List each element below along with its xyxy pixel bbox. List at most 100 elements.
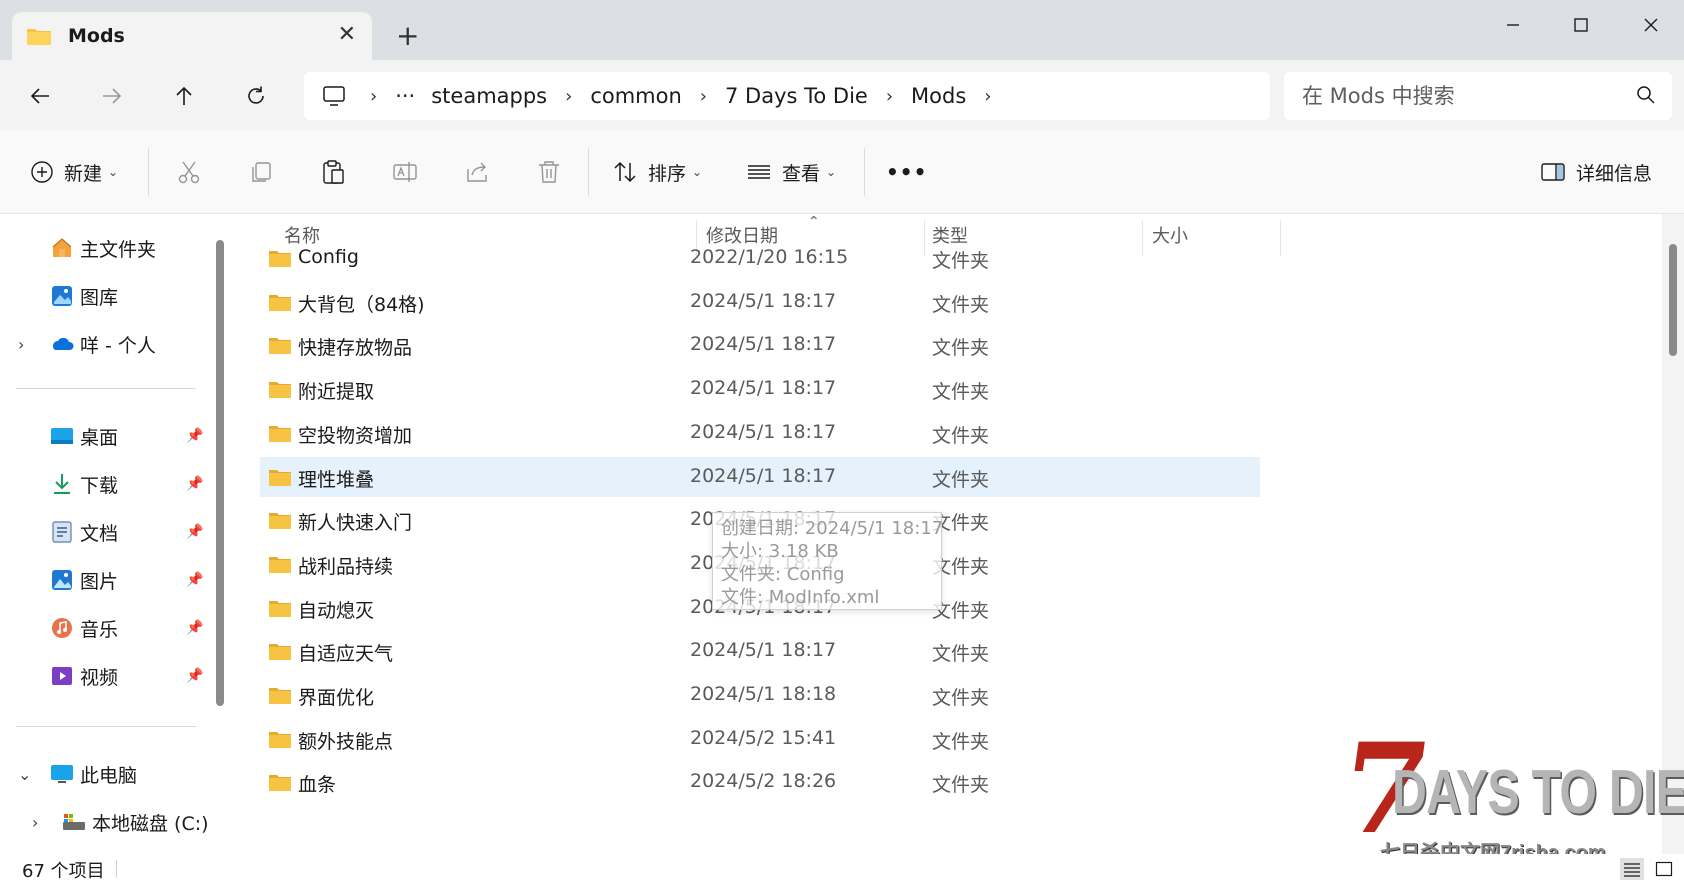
file-row[interactable]: Config 2022/1/20 16:15 文件夹 [260,238,1260,278]
file-type: 文件夹 [932,774,990,797]
breadcrumb-separator[interactable]: › [555,86,582,107]
sidebar-item-gallery[interactable]: 图库 [0,276,222,316]
title-bar: Mods ✕ + [0,0,1684,60]
file-row[interactable]: 自适应天气 2024/5/1 18:17 文件夹 [260,631,1260,671]
sidebar-item-label: 咩 - 个人 [80,334,156,357]
search-icon[interactable] [1636,85,1656,105]
file-name: 新人快速入门 [298,512,413,535]
clipboard-icon [323,160,344,184]
chevron-down-icon: ⌄ [692,165,703,179]
this-pc-icon[interactable] [322,85,360,107]
rename-button[interactable] [392,152,418,192]
file-row[interactable]: 快捷存放物品 2024/5/1 18:17 文件夹 [260,325,1260,365]
minimize-button[interactable] [1490,10,1536,40]
refresh-button[interactable] [236,78,276,114]
breadcrumb-separator[interactable]: › [690,86,717,107]
sidebar-item-desktop[interactable]: 桌面 📌 [0,416,222,456]
file-row[interactable]: 额外技能点 2024/5/2 15:41 文件夹 [260,719,1260,759]
search-box[interactable] [1284,72,1672,120]
folder-icon [27,29,51,45]
file-row[interactable]: 界面优化 2024/5/1 18:18 文件夹 [260,675,1260,715]
new-tab-button[interactable]: + [396,20,419,52]
search-input[interactable] [1302,84,1622,108]
file-row[interactable]: 附近提取 2024/5/1 18:17 文件夹 [260,369,1260,409]
sidebar-item-documents[interactable]: 文档 📌 [0,512,222,552]
sort-label: 排序 [648,162,687,185]
chevron-right-icon[interactable]: › [32,813,38,832]
file-modified: 2024/5/2 15:41 [690,726,837,749]
file-row[interactable]: 血条 2024/5/2 18:26 文件夹 [260,762,1260,802]
file-modified: 2024/5/1 18:17 [690,377,837,400]
sidebar-item-home[interactable]: 主文件夹 [0,228,222,268]
sidebar-scrollbar[interactable] [216,240,224,706]
file-name: 界面优化 [298,687,375,709]
breadcrumb-separator[interactable]: › [974,86,1001,107]
sidebar-item-label: 图库 [80,286,119,309]
up-button[interactable] [164,78,204,114]
pin-icon[interactable]: 📌 [186,428,203,444]
delete-button[interactable] [536,152,562,192]
view-button[interactable]: 查看 ⌄ [746,152,836,192]
scissors-icon [178,161,200,184]
pin-icon[interactable]: 📌 [186,524,203,540]
sidebar-item-onedrive[interactable]: › 咩 - 个人 [0,324,222,364]
command-bar: 新建 ⌄ 排序 ⌄ 查看 ⌄ ••• 详细信息 [0,130,1684,214]
sidebar-item-downloads[interactable]: 下载 📌 [0,464,222,504]
breadcrumb-mods[interactable]: Mods [903,84,974,108]
sidebar-item-videos[interactable]: 视频 📌 [0,656,222,696]
file-row[interactable]: 空投物资增加 2024/5/1 18:17 文件夹 [260,413,1260,453]
copy-icon [252,162,271,182]
sort-ascending-icon: ⌃ [808,214,820,230]
large-icons-view-button[interactable] [1652,858,1676,880]
folder-icon [269,688,291,704]
pin-icon[interactable]: 📌 [186,620,203,636]
onedrive-icon [53,337,74,350]
details-pane-button[interactable]: 详细信息 [1540,152,1652,192]
breadcrumb-steamapps[interactable]: steamapps [423,84,555,108]
tab-mods[interactable]: Mods ✕ [12,12,372,60]
sort-button[interactable]: 排序 ⌄ [612,152,702,192]
home-icon [52,238,72,257]
file-row[interactable]: 理性堆叠 2024/5/1 18:17 文件夹 [260,456,1260,497]
file-modified: 2024/5/1 18:17 [690,289,837,312]
sidebar-divider [16,388,196,389]
breadcrumb-common[interactable]: common [582,84,689,108]
file-name: 大背包（84格) [298,293,425,316]
close-window-button[interactable] [1628,10,1674,40]
details-view-button[interactable] [1620,858,1644,880]
chevron-down-icon[interactable]: ⌄ [18,765,31,784]
address-bar[interactable]: › ··· steamapps › common › 7 Days To Die… [304,72,1270,120]
column-divider[interactable] [1280,220,1281,256]
sidebar-item-music[interactable]: 音乐 📌 [0,608,222,648]
back-button[interactable] [20,78,60,114]
cut-button[interactable] [176,152,202,192]
paste-button[interactable] [320,152,346,192]
file-type: 文件夹 [932,643,990,666]
chevron-right-icon[interactable]: › [18,335,24,354]
new-button[interactable]: 新建 ⌄ [30,152,118,192]
breadcrumb-separator[interactable]: › [360,86,387,107]
file-name: 额外技能点 [298,730,394,753]
breadcrumb-7-days-to-die[interactable]: 7 Days To Die [717,84,876,108]
share-button[interactable] [464,152,490,192]
folder-icon [269,338,291,355]
file-row[interactable]: 大背包（84格) 2024/5/1 18:17 文件夹 [260,282,1260,322]
more-options-button[interactable]: ••• [886,152,927,192]
close-tab-icon[interactable]: ✕ [338,23,356,47]
pin-icon[interactable]: 📌 [186,476,203,492]
pin-icon[interactable]: 📌 [186,668,203,684]
scrollbar-thumb[interactable] [1669,244,1677,356]
sidebar-item-pictures[interactable]: 图片 📌 [0,560,222,600]
pin-icon[interactable]: 📌 [186,572,203,588]
copy-button[interactable] [248,152,274,192]
breadcrumb-separator[interactable]: › [876,86,903,107]
sidebar-item-local-disk[interactable]: › 本地磁盘 (C:) [0,802,222,842]
forward-button[interactable] [92,78,132,114]
rename-icon [393,162,417,182]
navigation-pane: 主文件夹 图库 › 咩 - 个人 桌面 📌 下载 📌 文档 📌 图片 📌 音乐 … [0,214,232,854]
file-type: 文件夹 [932,730,990,753]
breadcrumb-overflow[interactable]: ··· [387,84,423,108]
sort-icon [614,161,636,183]
sidebar-item-this-pc[interactable]: ⌄ 此电脑 [0,754,222,794]
maximize-button[interactable] [1558,10,1604,40]
